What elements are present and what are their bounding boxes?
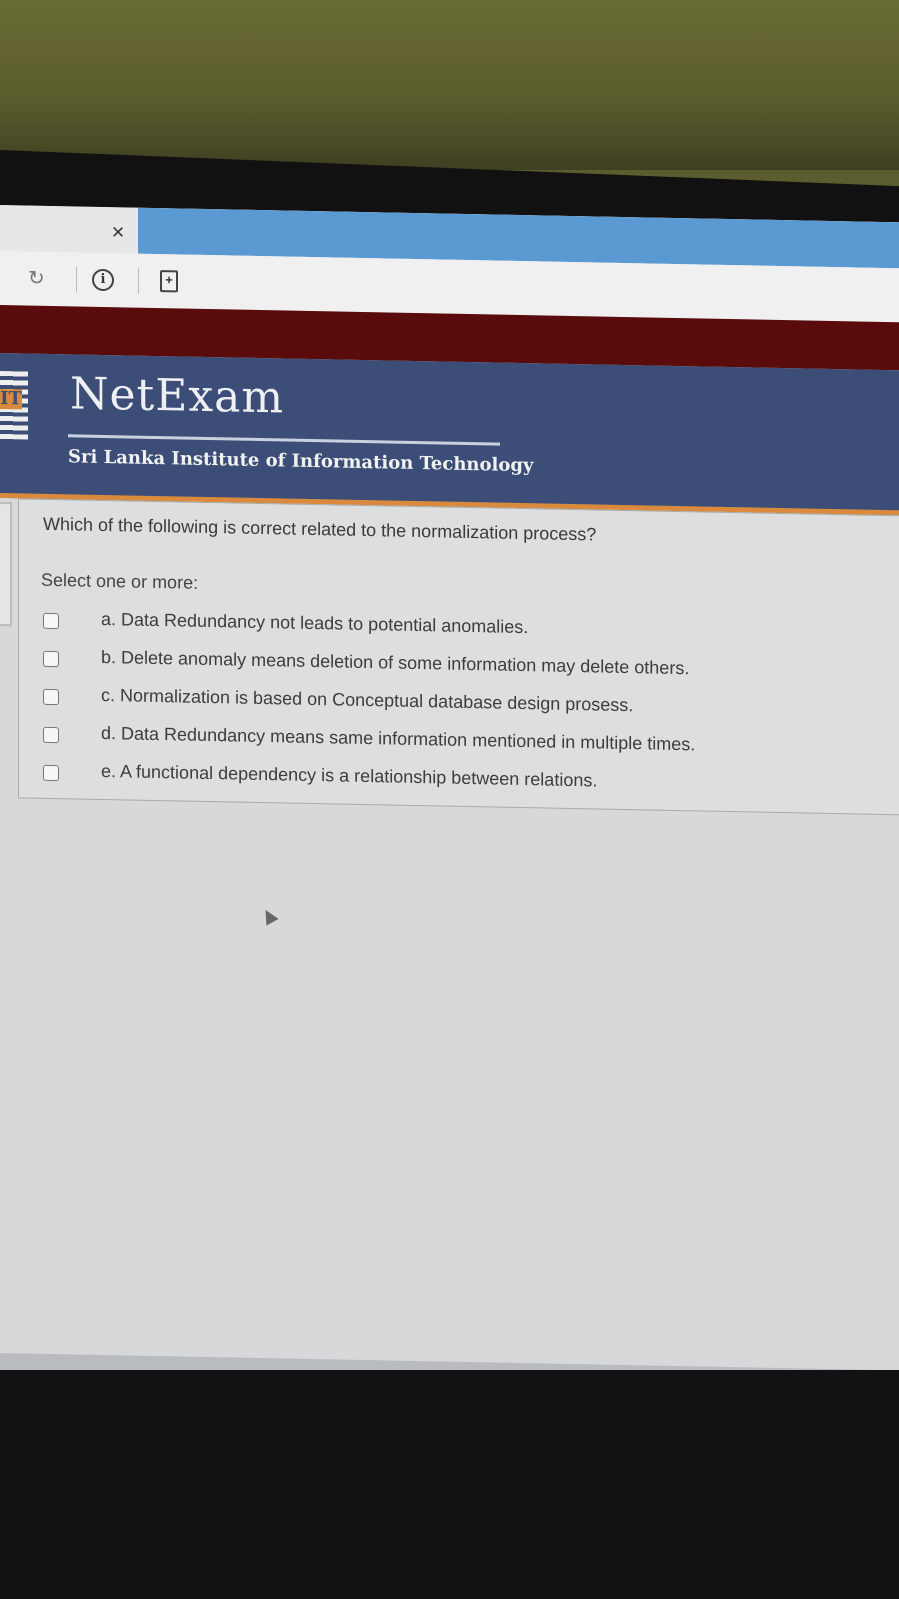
checkbox-d[interactable]: [43, 726, 59, 744]
answer-label-b[interactable]: b. Delete anomaly means deletion of some…: [101, 647, 689, 679]
monitor-bezel-bottom: [0, 1370, 899, 1599]
toolbar-divider: [138, 267, 139, 294]
logo-letters: IT: [0, 388, 22, 410]
brand-title: NetExam: [70, 368, 285, 424]
answer-option-e[interactable]: e. A functional dependency is a relation…: [43, 760, 899, 807]
quiz-content: Which of the following is correct relate…: [0, 498, 899, 1398]
brand-divider: [68, 434, 500, 446]
checkbox-c[interactable]: [43, 688, 59, 706]
page-add-icon[interactable]: +: [160, 270, 178, 293]
answer-label-e[interactable]: e. A functional dependency is a relation…: [101, 761, 597, 792]
answer-label-c[interactable]: c. Normalization is based on Conceptual …: [101, 685, 633, 716]
institute-name: Sri Lanka Institute of Information Techn…: [68, 446, 534, 477]
site-header: IT NetExam Sri Lanka Institute of Inform…: [0, 353, 899, 516]
checkbox-e[interactable]: [43, 764, 59, 782]
background-wall: [0, 0, 899, 170]
side-panel-edge: [0, 502, 12, 627]
answer-label-a[interactable]: a. Data Redundancy not leads to potentia…: [101, 609, 528, 638]
answer-label-d[interactable]: d. Data Redundancy means same informatio…: [101, 723, 695, 755]
checkbox-b[interactable]: [43, 650, 59, 668]
question-box: Which of the following is correct relate…: [18, 498, 899, 816]
info-icon[interactable]: i: [92, 268, 114, 292]
sliit-logo: IT: [0, 371, 28, 440]
select-instruction: Select one or more:: [41, 569, 199, 593]
close-icon[interactable]: ×: [105, 219, 131, 245]
mouse-cursor-icon: [259, 906, 279, 926]
browser-toolbar: × ↻ i +: [0, 205, 899, 323]
question-text: Which of the following is correct relate…: [43, 513, 597, 545]
reload-icon[interactable]: ↻: [28, 268, 50, 290]
checkbox-a[interactable]: [43, 612, 59, 630]
monitor-screen: × ↻ i + IT NetExam Sri Lanka Institute o…: [0, 205, 899, 1398]
toolbar-divider: [76, 266, 77, 293]
